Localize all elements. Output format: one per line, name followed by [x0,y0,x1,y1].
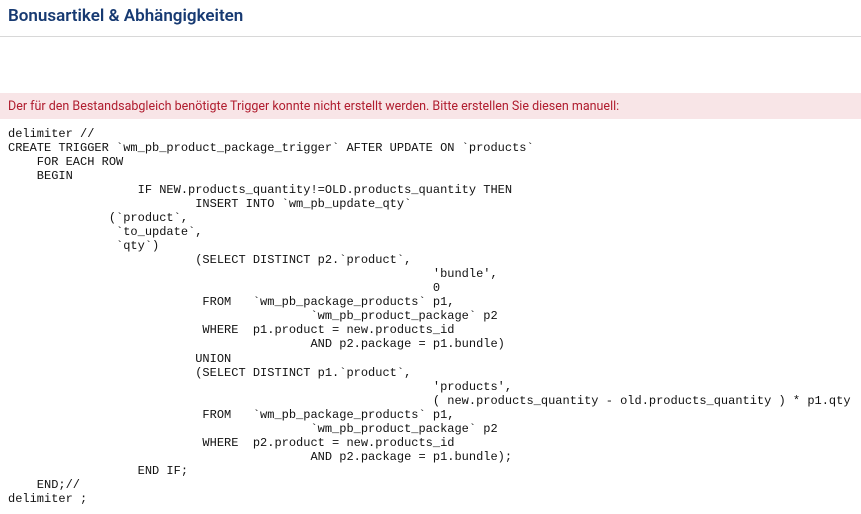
page-header: Bonusartikel & Abhängigkeiten [0,0,861,37]
error-alert: Der für den Bestandsabgleich benötigte T… [0,93,861,119]
sql-code-block: delimiter // CREATE TRIGGER `wm_pb_produ… [0,119,861,514]
content-area: Der für den Bestandsabgleich benötigte T… [0,93,861,514]
page-title: Bonusartikel & Abhängigkeiten [8,6,853,26]
